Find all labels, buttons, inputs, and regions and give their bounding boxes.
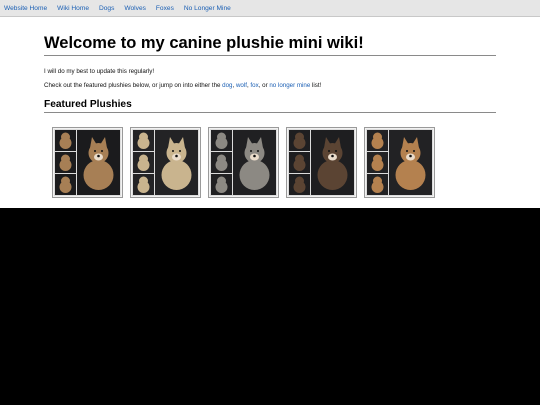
plush-collage-image [132, 129, 199, 196]
plush-collage-image [54, 129, 121, 196]
dog-list-link[interactable]: dog [222, 82, 232, 89]
featured-plushie-thumbnail[interactable] [52, 127, 123, 198]
wolf-list-link[interactable]: wolf [236, 82, 247, 89]
featured-plushie-thumbnail[interactable] [286, 127, 357, 198]
page-title: Welcome to my canine plushie mini wiki! [44, 33, 496, 56]
plush-collage-image [288, 129, 355, 196]
featured-plushies-gallery [52, 127, 442, 198]
nav-link-wiki-home[interactable]: Wiki Home [57, 5, 89, 12]
nav-link-foxes[interactable]: Foxes [156, 5, 174, 12]
links-sentence-prefix: Check out the featured plushies below, o… [44, 82, 223, 89]
links-sentence: Check out the featured plushies below, o… [44, 81, 496, 90]
nav-link-website-home[interactable]: Website Home [4, 5, 47, 12]
links-sentence-suffix: list! [310, 82, 322, 89]
browser-viewport: Website Home Wiki Home Dogs Wolves Foxes… [0, 0, 540, 208]
featured-plushies-heading: Featured Plushies [44, 98, 496, 113]
main-content: Welcome to my canine plushie mini wiki! … [44, 33, 496, 113]
plush-collage-image [366, 129, 433, 196]
links-sentence-separator: , or [258, 82, 270, 89]
featured-plushie-thumbnail[interactable] [208, 127, 279, 198]
featured-plushie-thumbnail[interactable] [364, 127, 435, 198]
plush-collage-image [210, 129, 277, 196]
nav-link-no-longer-mine[interactable]: No Longer Mine [184, 5, 231, 12]
featured-plushie-thumbnail[interactable] [130, 127, 201, 198]
fox-list-link[interactable]: fox [250, 82, 258, 89]
intro-text: I will do my best to update this regular… [44, 68, 155, 75]
nav-link-dogs[interactable]: Dogs [99, 5, 114, 12]
no-longer-mine-list-link[interactable]: no longer mine [269, 82, 310, 89]
top-navigation-bar: Website Home Wiki Home Dogs Wolves Foxes… [0, 0, 540, 17]
nav-link-wolves[interactable]: Wolves [124, 5, 146, 12]
